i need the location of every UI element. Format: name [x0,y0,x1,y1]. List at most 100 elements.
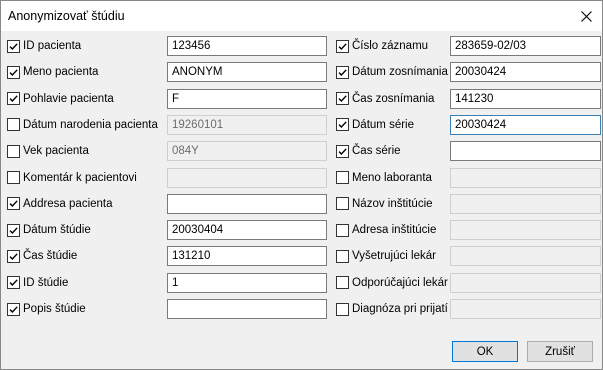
row-popis-studie: Popis štúdie [7,301,86,317]
cas-studie-checkbox[interactable] [7,249,20,263]
row-meno-laboranta: Meno laboranta [336,170,432,186]
meno-pacienta-checkbox[interactable] [7,65,20,79]
diagnoza-pri-prijati-label: Diagnóza pri prijatí [352,303,448,315]
meno-laboranta-field [450,167,601,188]
vysetrujuci-lekar-field [450,246,601,267]
vek-pacienta-checkbox[interactable] [7,144,20,158]
meno-laboranta-checkbox[interactable] [336,171,349,184]
cas-studie-label: Čas štúdie [23,250,78,263]
komentar-k-pacientovi-label: Komentár k pacientovi [23,171,137,184]
id-pacienta-field[interactable]: 123456 [167,36,327,56]
id-pacienta-checkbox[interactable] [7,39,20,53]
checkmark-icon [9,69,18,76]
id-pacienta-label: ID pacienta [23,40,82,52]
datum-studie-label: Dátum štúdie [23,224,91,237]
cas-zosnimania-field[interactable]: 141230 [450,88,601,109]
vek-pacienta-label: Vek pacienta [23,145,89,158]
datum-narodenia-pacienta-checkbox[interactable] [7,118,20,132]
cas-studie-field[interactable]: 131210 [167,246,327,267]
cas-zosnimania-checkbox[interactable] [336,92,349,106]
checkmark-icon [9,253,18,260]
cas-serie-field[interactable] [450,141,601,162]
meno-pacienta-label: Meno pacienta [23,66,99,79]
datum-zosnimania-field[interactable]: 20030424 [450,62,601,83]
addresa-pacienta-field[interactable] [167,193,327,214]
odporucajuci-lekar-field [450,272,601,293]
row-id-studie: ID štúdie [7,275,68,291]
meno-pacienta-field[interactable]: ANONYM [167,62,327,83]
meno-laboranta-label: Meno laboranta [352,171,432,184]
checkmark-icon [9,279,18,287]
cas-zosnimania-label: Čas zosnímania [352,92,435,105]
row-diagnoza-pri-prijati: Diagnóza pri prijatí [336,301,448,317]
nazov-institucie-field [450,193,601,214]
cancel-button[interactable]: Zrušiť [527,341,593,362]
row-komentar-k-pacientovi: Komentár k pacientovi [7,170,137,186]
komentar-k-pacientovi-field [167,167,327,188]
adresa-institucie-label: Adresa inštitúcie [352,224,437,237]
row-nazov-institucie: Názov inštitúcie [336,196,433,212]
cas-serie-label: Čas série [352,145,401,158]
id-studie-field[interactable]: 1 [167,272,327,293]
checkmark-icon [338,42,347,50]
cas-serie-checkbox[interactable] [336,144,349,158]
diagnoza-pri-prijati-field [450,299,601,319]
datum-zosnimania-checkbox[interactable] [336,65,349,79]
row-adresa-institucie: Adresa inštitúcie [336,222,436,238]
datum-serie-checkbox[interactable] [336,118,349,132]
addresa-pacienta-checkbox[interactable] [7,197,20,211]
checkmark-icon [9,200,18,208]
id-studie-checkbox[interactable] [7,276,20,290]
anonymize-dialog: Anonymizovať štúdiu ID pacienta 123456 Men… [0,0,603,370]
nazov-institucie-checkbox[interactable] [336,197,349,211]
datum-zosnimania-label: Dátum zosnímania [352,66,448,79]
datum-serie-label: Dátum série [352,118,414,131]
nazov-institucie-label: Názov inštitúcie [352,197,433,210]
row-datum-serie: Dátum série [336,117,414,133]
row-id-pacienta: ID pacienta [7,38,81,54]
row-cislo-zaznamu: Číslo záznamu [336,38,428,54]
window-title: Anonymizovať štúdiu [8,9,125,23]
row-datum-zosnimania: Dátum zosnímania [336,64,448,80]
vysetrujuci-lekar-checkbox[interactable] [336,249,349,263]
row-pohlavie-pacienta: Pohlavie pacienta [7,91,114,107]
checkmark-icon [9,226,18,234]
cancel-button-label: Zrušiť [545,345,575,358]
checkmark-icon [9,305,18,313]
checkmark-icon [9,42,18,50]
odporucajuci-lekar-label: Odporúčajúci lekár [352,276,448,289]
cislo-zaznamu-field[interactable]: 283659-02/03 [450,36,601,56]
cislo-zaznamu-checkbox[interactable] [336,39,349,53]
datum-studie-field[interactable]: 20030404 [167,220,327,241]
adresa-institucie-checkbox[interactable] [336,223,349,237]
id-studie-label: ID štúdie [23,276,69,289]
ok-button-label: OK [476,345,494,358]
popis-studie-checkbox[interactable] [7,302,20,316]
row-addresa-pacienta: Addresa pacienta [7,196,113,212]
title-bar: Anonymizovať štúdiu [1,1,602,31]
komentar-k-pacientovi-checkbox[interactable] [7,171,20,184]
datum-serie-field[interactable]: 20030424 [450,114,601,135]
pohlavie-pacienta-label: Pohlavie pacienta [23,92,114,105]
ok-button[interactable]: OK [452,341,518,362]
row-vysetrujuci-lekar: Vyšetrujúci lekár [336,248,436,264]
pohlavie-pacienta-field[interactable]: F [167,88,327,109]
checkmark-icon [9,95,18,103]
popis-studie-field[interactable] [167,299,327,319]
row-cas-serie: Čas série [336,143,401,159]
vek-pacienta-field: 084Y [167,141,327,162]
adresa-institucie-field [450,220,601,241]
close-button[interactable] [571,1,602,31]
diagnoza-pri-prijati-checkbox[interactable] [336,302,349,316]
vysetrujuci-lekar-label: Vyšetrujúci lekár [352,250,436,263]
row-datum-narodenia-pacienta: Dátum narodenia pacienta [7,117,158,133]
row-odporucajuci-lekar: Odporúčajúci lekár [336,275,448,291]
datum-studie-checkbox[interactable] [7,223,20,237]
checkmark-icon [338,69,347,76]
checkmark-icon [338,148,347,155]
row-cas-zosnimania: Čas zosnímania [336,91,434,107]
pohlavie-pacienta-checkbox[interactable] [7,92,20,106]
popis-studie-label: Popis štúdie [23,303,86,315]
checkmark-icon [338,121,347,129]
odporucajuci-lekar-checkbox[interactable] [336,276,349,290]
